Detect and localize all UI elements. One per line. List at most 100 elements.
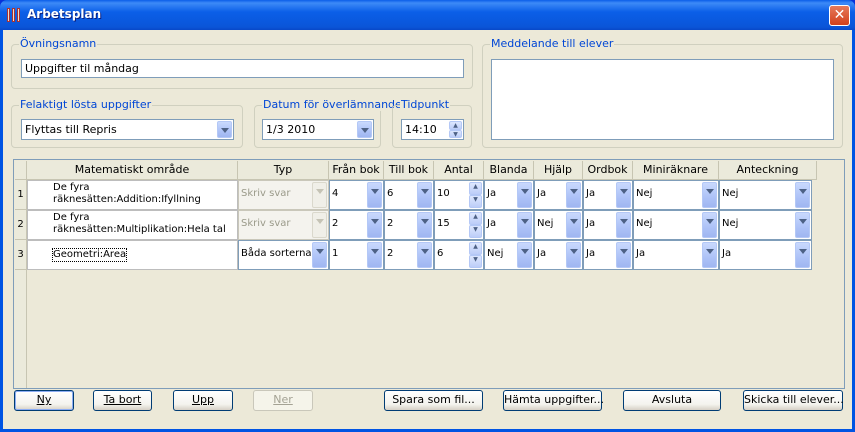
fetch-tasks-button[interactable]: Hämta uppgifter... <box>503 390 604 411</box>
chevron-down-icon[interactable] <box>367 182 382 208</box>
chevron-down-icon[interactable] <box>517 242 532 268</box>
count-value: 10 <box>437 188 450 199</box>
chevron-down-icon[interactable] <box>417 212 432 238</box>
area-line2: räknesätten:Multiplikation:Hela tal <box>53 224 226 235</box>
from-book-select[interactable]: 2 <box>329 210 384 240</box>
chevron-down-icon[interactable] <box>566 182 581 208</box>
save-file-button-label: Spara som fil... <box>392 393 475 406</box>
area-cell[interactable]: Geometri:Area <box>27 240 238 270</box>
chevron-down-icon[interactable] <box>616 182 631 208</box>
send-to-students-button[interactable]: Skicka till elever... <box>743 390 844 411</box>
chevron-down-icon[interactable] <box>702 182 717 208</box>
send-to-students-button-label: Skicka till elever... <box>744 393 844 406</box>
column-header[interactable]: Hjälp <box>534 161 583 180</box>
spinner-arrows-icon[interactable]: ▲ ▼ <box>449 121 462 138</box>
help-select[interactable]: Nej <box>534 210 583 240</box>
shuffle-select[interactable]: Ja <box>484 180 534 210</box>
chevron-down-icon[interactable] <box>367 242 382 268</box>
wrong-tasks-select[interactable]: Flyttas till Repris <box>21 119 234 140</box>
dictionary-select[interactable]: Ja <box>583 210 633 240</box>
from-book-select[interactable]: 4 <box>329 180 384 210</box>
type-value: Båda sorterna <box>241 248 312 259</box>
app-icon <box>6 7 22 23</box>
chevron-down-icon[interactable] <box>417 242 432 268</box>
notes-select[interactable]: Ja <box>719 240 812 270</box>
calculator-select[interactable]: Nej <box>633 180 719 210</box>
chevron-down-icon[interactable] <box>795 212 810 238</box>
chevron-down-icon[interactable] <box>616 242 631 268</box>
chevron-down-icon[interactable] <box>566 212 581 238</box>
chevron-down-icon[interactable] <box>417 182 432 208</box>
delete-button[interactable]: Ta bort <box>93 390 152 411</box>
chevron-down-icon[interactable] <box>312 242 327 268</box>
column-header[interactable]: Ordbok <box>583 161 633 180</box>
save-file-button[interactable]: Spara som fil... <box>384 390 483 411</box>
row-header-filler <box>15 270 27 388</box>
title-bar[interactable]: Arbetsplan ✕ <box>0 0 855 30</box>
area-line1: De fyra <box>53 212 90 223</box>
from-book-value: 4 <box>332 188 339 199</box>
shuffle-select[interactable]: Ja <box>484 210 534 240</box>
due-date-picker[interactable]: 1/3 2010 <box>262 119 374 140</box>
column-header[interactable]: Blanda <box>484 161 534 180</box>
close-button[interactable]: ✕ <box>829 5 850 26</box>
row-number[interactable]: 1 <box>15 180 27 210</box>
area-cell[interactable]: De fyra räknesätten:Multiplikation:Hela … <box>27 210 238 240</box>
help-select[interactable]: Ja <box>534 180 583 210</box>
column-header[interactable]: Anteckning <box>719 161 817 180</box>
chevron-down-icon[interactable] <box>702 242 717 268</box>
calculator-value: Nej <box>636 218 653 229</box>
help-value: Ja <box>537 248 547 259</box>
chevron-down-icon[interactable] <box>616 212 631 238</box>
to-book-select[interactable]: 2 <box>384 210 434 240</box>
row-number[interactable]: 3 <box>15 240 27 270</box>
column-header[interactable]: Matematiskt område <box>27 161 238 180</box>
column-header[interactable]: Till bok <box>384 161 434 180</box>
exercise-name-input[interactable]: Uppgifter til måndag <box>21 59 464 78</box>
dictionary-value: Ja <box>586 218 596 229</box>
chevron-down-icon[interactable] <box>702 212 717 238</box>
count-spinner[interactable]: 15 ▲ ▼ <box>434 210 484 240</box>
move-up-button[interactable]: Upp <box>173 390 233 411</box>
shuffle-select[interactable]: Nej <box>484 240 534 270</box>
time-spinner[interactable]: 14:10 ▲ ▼ <box>401 119 464 140</box>
exit-button[interactable]: Avsluta <box>623 390 721 411</box>
notes-select[interactable]: Nej <box>719 210 812 240</box>
area-cell[interactable]: De fyra räknesätten:Addition:Ifyllning <box>27 180 238 210</box>
message-textarea[interactable] <box>491 59 834 140</box>
chevron-down-icon[interactable] <box>517 182 532 208</box>
chevron-down-icon[interactable] <box>795 182 810 208</box>
chevron-down-icon <box>312 212 327 238</box>
chevron-down-icon[interactable] <box>795 242 810 268</box>
count-spinner[interactable]: 6 ▲ ▼ <box>434 240 484 270</box>
from-book-select[interactable]: 1 <box>329 240 384 270</box>
calculator-select[interactable]: Nej <box>633 210 719 240</box>
column-header[interactable]: Antal <box>434 161 484 180</box>
to-book-select[interactable]: 6 <box>384 180 434 210</box>
chevron-down-icon[interactable] <box>367 212 382 238</box>
calculator-select[interactable]: Ja <box>633 240 719 270</box>
shuffle-value: Ja <box>487 188 497 199</box>
chevron-down-icon[interactable] <box>517 212 532 238</box>
spinner-arrows-icon[interactable]: ▲ ▼ <box>469 212 482 238</box>
new-button[interactable]: Ny <box>14 390 74 411</box>
row-number[interactable]: 2 <box>15 210 27 240</box>
column-header[interactable]: Typ <box>238 161 329 180</box>
count-value: 6 <box>437 248 444 259</box>
due-date-label: Datum för överlämnande <box>262 98 403 111</box>
help-select[interactable]: Ja <box>534 240 583 270</box>
count-spinner[interactable]: 10 ▲ ▼ <box>434 180 484 210</box>
column-header[interactable]: Från bok <box>329 161 384 180</box>
spinner-arrows-icon[interactable]: ▲ ▼ <box>469 242 482 268</box>
type-select[interactable]: Båda sorterna <box>238 240 329 270</box>
column-header[interactable]: Miniräknare <box>633 161 719 180</box>
chevron-down-icon[interactable] <box>217 121 232 138</box>
spinner-arrows-icon[interactable]: ▲ ▼ <box>469 182 482 208</box>
chevron-down-icon[interactable] <box>566 242 581 268</box>
dictionary-select[interactable]: Ja <box>583 240 633 270</box>
to-book-select[interactable]: 2 <box>384 240 434 270</box>
to-book-value: 6 <box>387 188 394 199</box>
dictionary-select[interactable]: Ja <box>583 180 633 210</box>
notes-select[interactable]: Nej <box>719 180 812 210</box>
chevron-down-icon[interactable] <box>357 121 372 138</box>
